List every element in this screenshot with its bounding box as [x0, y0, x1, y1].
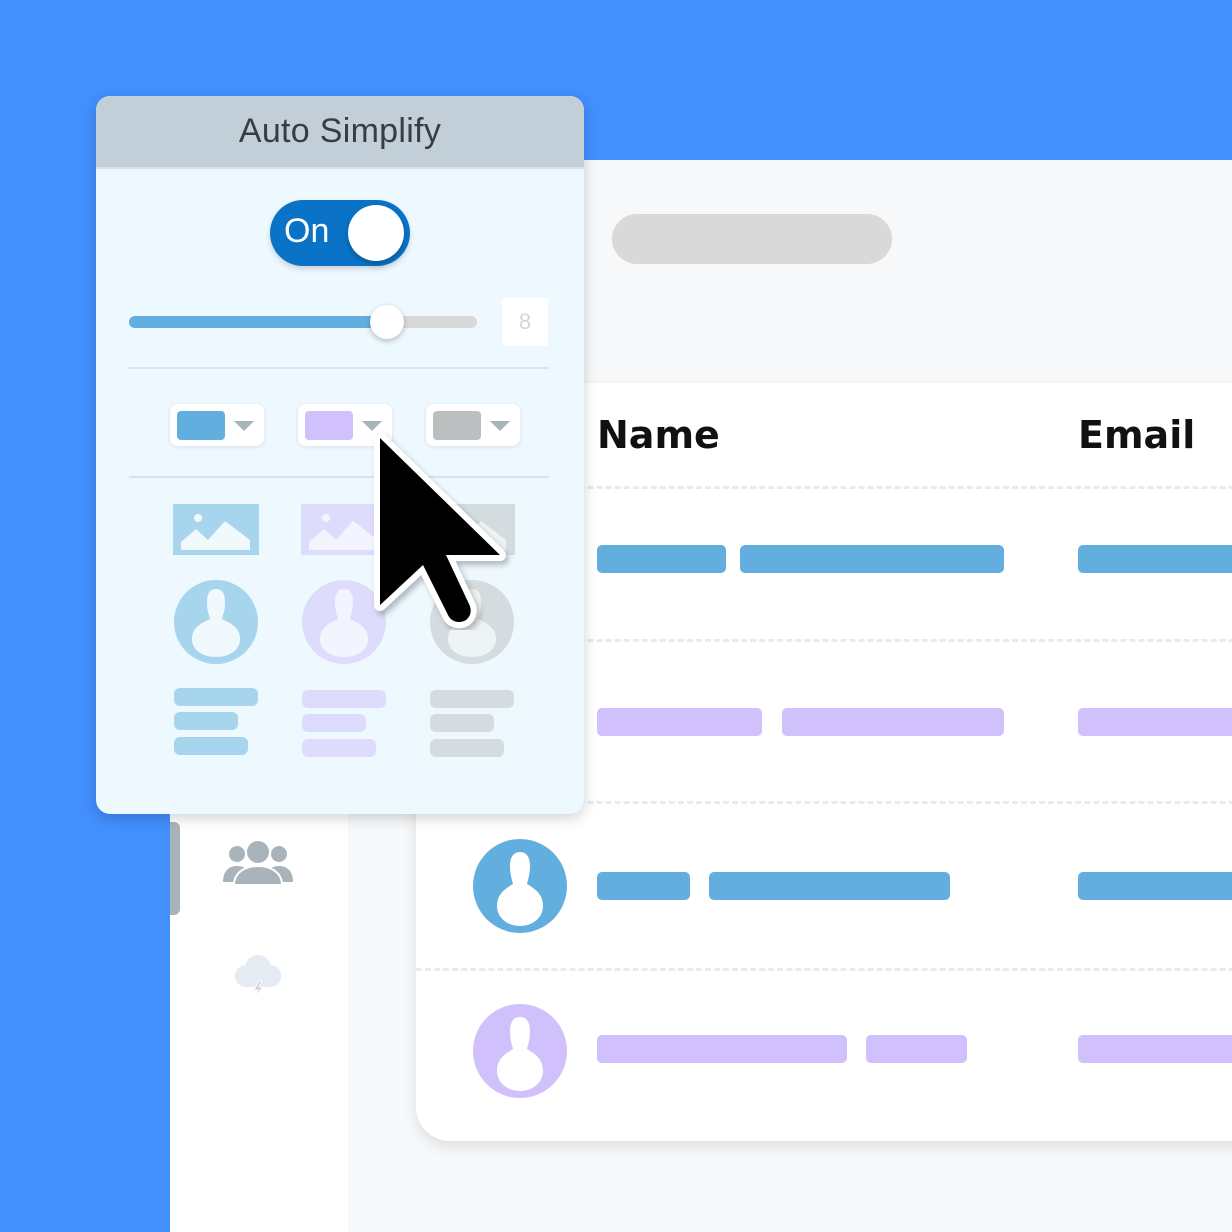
text-line: [174, 712, 238, 730]
text-line: [302, 739, 376, 757]
search-bar-placeholder[interactable]: [612, 214, 892, 264]
email-placeholder: [1078, 545, 1232, 573]
name-last-placeholder: [709, 872, 950, 900]
email-placeholder: [1078, 708, 1232, 736]
chevron-down-icon: [234, 421, 254, 431]
avatar-icon: [473, 839, 567, 933]
toggle-knob: [348, 205, 404, 261]
avatar-icon: [174, 580, 258, 664]
slider-fill: [129, 316, 387, 328]
name-last-placeholder: [740, 545, 1004, 573]
text-line: [302, 690, 386, 708]
simplify-level-slider[interactable]: [129, 305, 477, 339]
text-line: [430, 714, 494, 732]
panel-title: Auto Simplify: [238, 112, 442, 150]
name-first-placeholder: [597, 708, 762, 736]
name-first-placeholder: [597, 872, 690, 900]
divider: [129, 367, 549, 369]
name-first-placeholder: [597, 545, 726, 573]
text-line: [302, 714, 366, 732]
name-first-placeholder: [597, 1035, 847, 1063]
email-placeholder: [1078, 1035, 1232, 1063]
mouse-pointer-icon: [374, 432, 506, 629]
cloud-lightning-icon: [235, 955, 281, 999]
row-divider: [416, 968, 1232, 971]
sidebar-active-indicator: [170, 822, 180, 915]
name-last-placeholder: [866, 1035, 967, 1063]
color-swatch: [305, 411, 353, 440]
color-select-blue[interactable]: [170, 404, 264, 446]
text-line: [174, 737, 248, 755]
color-swatch: [177, 411, 225, 440]
column-header-name[interactable]: Name: [597, 413, 720, 457]
email-placeholder: [1078, 872, 1232, 900]
sidebar-item-cloud[interactable]: [232, 950, 284, 1007]
sidebar-item-users[interactable]: [222, 840, 294, 897]
name-last-placeholder: [782, 708, 1004, 736]
users-icon: [223, 841, 293, 886]
slider-value-field[interactable]: 8: [502, 298, 548, 346]
toggle-label: On: [284, 212, 330, 250]
slider-thumb[interactable]: [369, 305, 404, 339]
auto-simplify-toggle[interactable]: On: [270, 200, 410, 266]
text-line: [430, 690, 514, 708]
panel-header: Auto Simplify: [96, 96, 584, 169]
text-line: [430, 739, 504, 757]
avatar-icon: [473, 1004, 567, 1098]
image-icon: [173, 504, 259, 555]
text-line: [174, 688, 258, 706]
column-header-email[interactable]: Email: [1078, 413, 1195, 457]
